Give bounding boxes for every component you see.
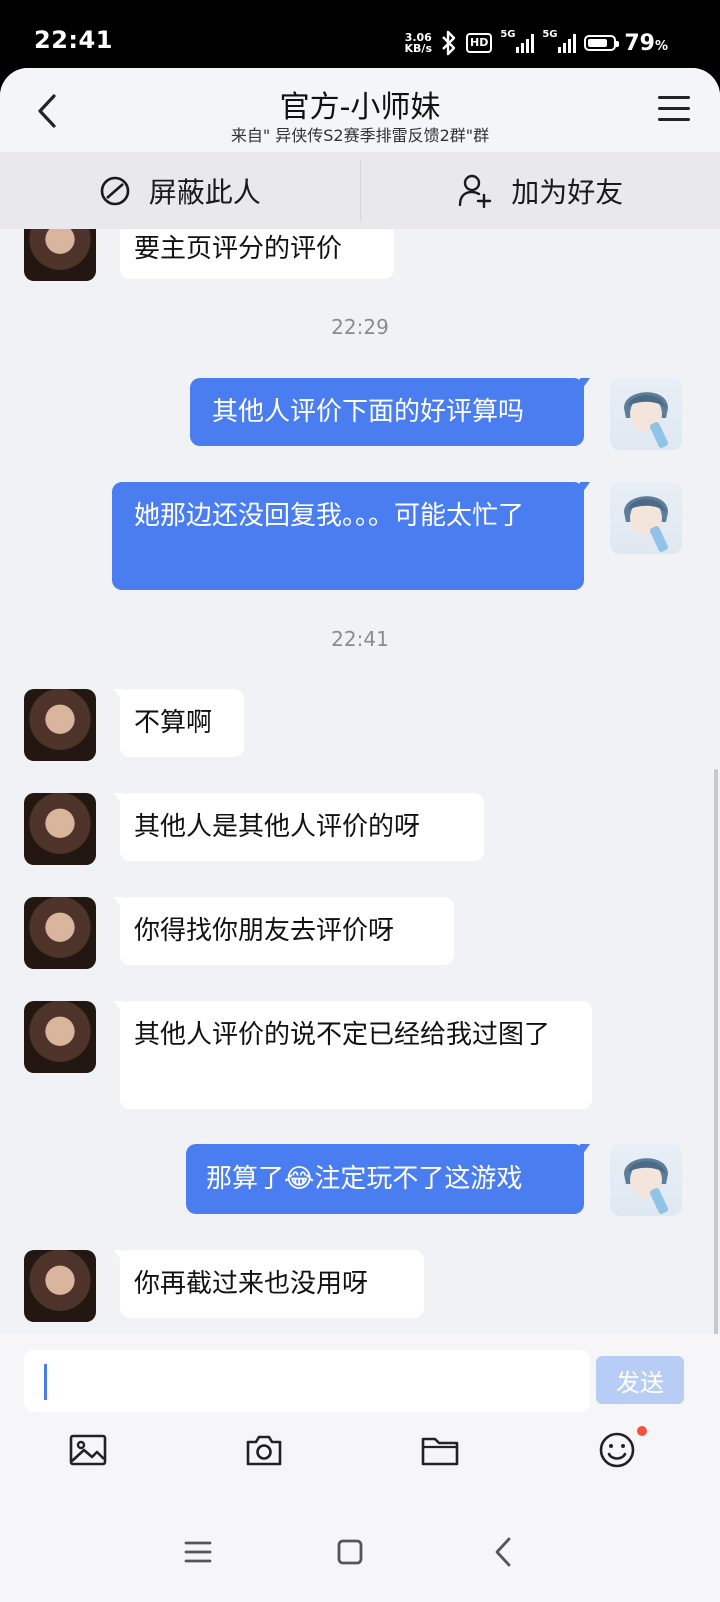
menu-button[interactable] xyxy=(658,96,690,124)
block-icon xyxy=(100,176,130,205)
block-user-label: 屏蔽此人 xyxy=(148,175,261,209)
avatar-self[interactable] xyxy=(610,482,682,554)
signal-strength-icon: 5G xyxy=(500,29,535,53)
chat-subtitle: 来自" 异侠传S2赛季排雷反馈2群"群 xyxy=(230,126,490,145)
message-bubble-incoming[interactable]: 不算啊 xyxy=(114,689,244,757)
action-bar: 屏蔽此人 加为好友 xyxy=(0,152,720,229)
chat-header: 官方-小师妹 来自" 异侠传S2赛季排雷反馈2群"群 xyxy=(0,68,720,154)
avatar[interactable] xyxy=(24,897,96,969)
battery-percent: 79% xyxy=(624,30,668,56)
scrollbar[interactable] xyxy=(714,769,718,1409)
camera-icon[interactable] xyxy=(244,1430,284,1470)
timestamp-separator: 22:41 xyxy=(331,627,389,651)
signal-strength-icon-2: 5G xyxy=(542,29,577,53)
message-list[interactable]: 要主页评分的评价 22:29 其他人评价下面的好评算吗 她那边还没回复我。。。可… xyxy=(0,229,720,1434)
message-bubble-incoming[interactable]: 要主页评分的评价 xyxy=(114,229,394,279)
send-button[interactable]: 发送 xyxy=(596,1356,684,1404)
chat-screen: 官方-小师妹 来自" 异侠传S2赛季排雷反馈2群"群 屏蔽此人 加为好友 要主页… xyxy=(0,68,720,1602)
avatar[interactable] xyxy=(24,229,96,281)
timestamp-separator: 22:29 xyxy=(331,315,389,339)
status-bar: 22:41 3.06 KB/s HD 5G 5G 79% xyxy=(0,0,720,72)
message-bubble-incoming[interactable]: 其他人是其他人评价的呀 xyxy=(114,793,484,861)
battery-icon xyxy=(584,35,620,51)
image-icon[interactable] xyxy=(68,1430,108,1470)
network-speed: 3.06 KB/s xyxy=(404,31,432,55)
bluetooth-icon xyxy=(442,30,456,56)
message-bubble-incoming[interactable]: 其他人评价的说不定已经给我过图了 xyxy=(114,1001,592,1109)
avatar[interactable] xyxy=(24,1250,96,1322)
block-user-button[interactable]: 屏蔽此人 xyxy=(0,152,360,229)
message-bubble-incoming[interactable]: 你再截过来也没用呀 xyxy=(114,1250,424,1318)
message-bubble-outgoing[interactable]: 那算了😂注定玩不了这游戏 xyxy=(186,1144,590,1214)
avatar-illustration xyxy=(624,392,669,448)
hamburger-menu-icon xyxy=(658,96,690,121)
chat-title: 官方-小师妹 xyxy=(279,90,441,125)
avatar[interactable] xyxy=(24,793,96,865)
emoji-icon[interactable] xyxy=(597,1430,637,1470)
avatar-illustration xyxy=(624,1158,669,1214)
avatar-self[interactable] xyxy=(610,378,682,450)
message-bubble-outgoing[interactable]: 其他人评价下面的好评算吗 xyxy=(190,378,590,446)
laughing-emoji: 😂 xyxy=(284,1164,315,1194)
avatar-illustration xyxy=(624,496,669,552)
folder-icon[interactable] xyxy=(420,1430,460,1470)
recent-apps-icon[interactable] xyxy=(180,1534,216,1570)
composer: 发送 xyxy=(0,1334,720,1602)
back-icon[interactable] xyxy=(486,1534,522,1570)
notification-dot xyxy=(637,1426,647,1436)
system-navigation-bar xyxy=(0,1510,720,1602)
hd-voice-badge: HD xyxy=(466,33,493,53)
message-input[interactable] xyxy=(24,1350,590,1412)
avatar[interactable] xyxy=(24,1001,96,1073)
avatar[interactable] xyxy=(24,689,96,761)
avatar-self[interactable] xyxy=(610,1144,682,1216)
status-icons: 3.06 KB/s HD 5G 5G 79% xyxy=(405,28,668,58)
add-friend-label: 加为好友 xyxy=(511,175,624,209)
text-cursor xyxy=(44,1364,47,1400)
status-time: 22:41 xyxy=(34,26,113,54)
add-user-icon xyxy=(459,174,492,208)
add-friend-button[interactable]: 加为好友 xyxy=(361,152,720,229)
message-bubble-outgoing[interactable]: 她那边还没回复我。。。可能太忙了 xyxy=(112,482,590,590)
message-bubble-incoming[interactable]: 你得找你朋友去评价呀 xyxy=(114,897,454,965)
home-icon[interactable] xyxy=(332,1534,368,1570)
